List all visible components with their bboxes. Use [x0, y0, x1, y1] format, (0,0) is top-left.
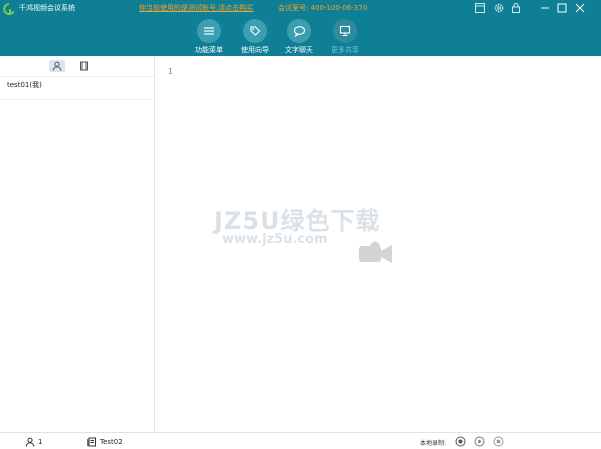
close-icon[interactable]: [574, 2, 586, 14]
tool-label: 功能菜单: [195, 46, 223, 54]
menu-icon: [197, 19, 221, 43]
film-icon: [80, 61, 88, 71]
document-icon: [87, 437, 96, 447]
title-toolbar: 千鸿视频会议系统 你当前使用的是测试帐号,请点击购买 会议室号: 400-100…: [0, 0, 601, 56]
watermark-url: www.jz5u.com: [222, 232, 328, 247]
sidebar: test01(我): [0, 56, 155, 432]
settings-gear-icon[interactable]: [493, 2, 505, 14]
meeting-room-number: 会议室号: 400-100-06-370: [278, 4, 368, 12]
tool-label: 更多共享: [331, 46, 359, 54]
tab-users[interactable]: [49, 60, 65, 72]
more-share-button[interactable]: 更多共享: [323, 19, 367, 55]
sidebar-tabs: [0, 56, 154, 77]
divider: [0, 99, 154, 100]
lock-icon[interactable]: [510, 2, 522, 14]
stop-icon[interactable]: [493, 436, 504, 447]
monitor-icon: [333, 19, 357, 43]
tab-documents[interactable]: [76, 60, 92, 72]
maximize-icon[interactable]: [556, 2, 568, 14]
play-icon[interactable]: [474, 436, 485, 447]
user-icon: [52, 61, 62, 71]
local-record-label: 本地录制:: [420, 440, 447, 447]
user-count: 1: [38, 438, 43, 446]
line-number: 1: [168, 67, 173, 76]
status-bar: 1 Test02 本地录制:: [0, 432, 601, 449]
tool-label: 使用向导: [241, 46, 269, 54]
watermark-brand: JZ5U绿色下载: [214, 207, 381, 235]
current-document[interactable]: Test02: [87, 436, 123, 448]
chat-icon: [287, 19, 311, 43]
tool-label: 文字聊天: [285, 46, 313, 54]
video-camera-icon: [359, 241, 392, 263]
user-guide-button[interactable]: 使用向导: [233, 19, 277, 55]
minimize-icon[interactable]: [539, 2, 551, 14]
online-users[interactable]: 1: [25, 436, 42, 448]
app-logo-icon: [3, 3, 15, 15]
app-title: 千鸿视频会议系统: [19, 4, 75, 12]
document-name: Test02: [100, 438, 123, 446]
user-list-item[interactable]: test01(我): [7, 80, 42, 90]
function-menu-button[interactable]: 功能菜单: [187, 19, 231, 55]
trial-account-link[interactable]: 你当前使用的是测试帐号,请点击购买: [139, 4, 253, 13]
text-chat-button[interactable]: 文字聊天: [277, 19, 321, 55]
user-icon: [25, 437, 35, 447]
window-mode-icon[interactable]: [474, 2, 486, 14]
tag-icon: [243, 19, 267, 43]
record-icon[interactable]: [455, 436, 466, 447]
